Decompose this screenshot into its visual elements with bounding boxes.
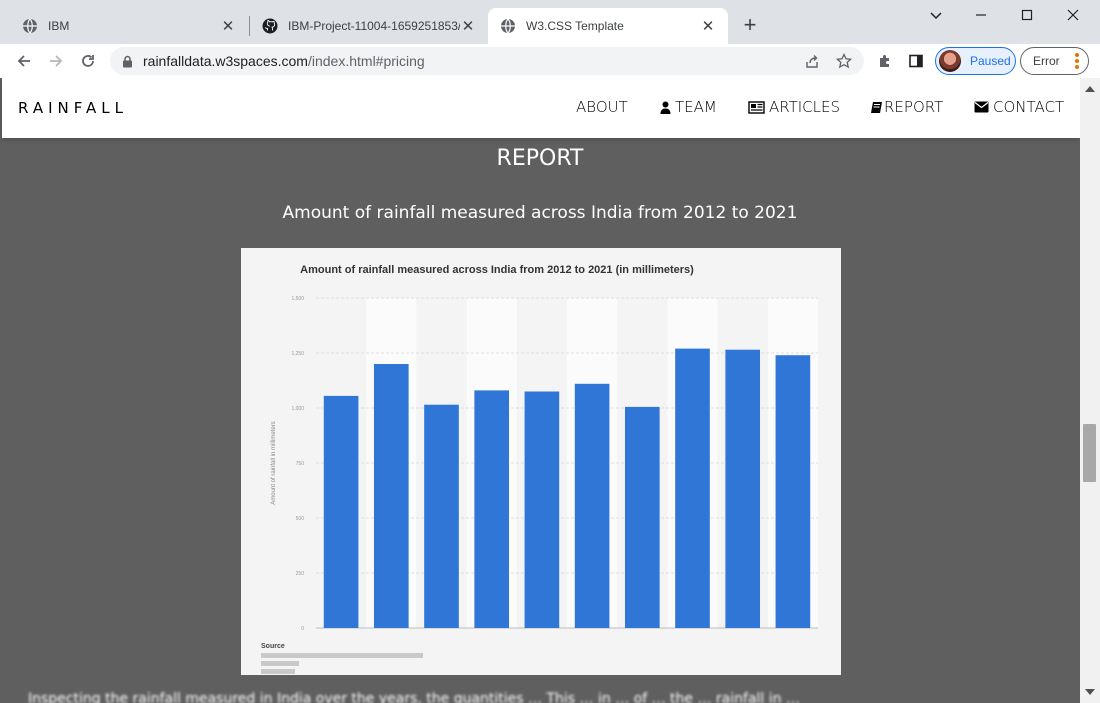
rainfall-chart-image: Amount of rainfall measured across India… — [241, 248, 841, 675]
github-icon — [262, 18, 278, 34]
kebab-menu-icon — [1075, 53, 1079, 69]
nav-item-contact[interactable]: CONTACT — [974, 98, 1064, 116]
error-label: Error — [1033, 54, 1060, 68]
user-icon — [660, 101, 671, 114]
chart-bar-2015 — [474, 390, 510, 628]
chart-y-tick-label: 1,000 — [291, 406, 304, 412]
page-viewport: RAINFALL ABOUT TEAM ARTICLES REPORT CONT… — [0, 78, 1080, 703]
rainfall-bar-chart: Amount of rainfall measured across India… — [261, 264, 818, 674]
avatar — [939, 50, 961, 72]
tab-title: IBM — [48, 19, 70, 33]
chart-bar-2019 — [675, 348, 710, 628]
url-path: /index.html#pricing — [307, 53, 425, 69]
address-bar[interactable]: rainfalldata.w3spaces.com/index.html#pri… — [110, 47, 864, 75]
extensions-puzzle-icon[interactable] — [876, 52, 894, 70]
minimize-icon[interactable] — [958, 0, 1004, 30]
nav-label: ARTICLES — [769, 98, 841, 116]
nav-label: ABOUT — [576, 98, 628, 116]
page-scrollbar[interactable] — [1080, 78, 1100, 703]
section-subtitle: Amount of rainfall measured across India… — [282, 203, 798, 223]
scrollbar-thumb[interactable] — [1083, 424, 1096, 482]
chart-y-axis-label: Amount of rainfall in millimeters — [271, 421, 277, 504]
chart-y-tick-label: 1,250 — [291, 351, 304, 357]
site-brand[interactable]: RAINFALL — [18, 99, 128, 117]
nav-item-articles[interactable]: ARTICLES — [748, 98, 840, 116]
browser-tab-bar: IBM ✕ IBM-Project-11004-1659251853/ ✕ W3… — [0, 0, 1100, 44]
chart-bar-2014 — [424, 404, 459, 628]
lock-icon[interactable] — [122, 55, 133, 68]
chart-title: Amount of rainfall measured across India… — [300, 264, 694, 276]
browser-tab-w3css[interactable]: W3.CSS Template ✕ — [488, 8, 728, 44]
close-tab-icon[interactable]: ✕ — [460, 18, 476, 35]
nav-label: REPORT — [884, 98, 944, 116]
chart-bar-2017 — [574, 383, 610, 628]
section-title: REPORT — [496, 146, 584, 171]
report-description-text: Inspecting the rainfall measured in Indi… — [28, 691, 800, 703]
book-icon — [870, 101, 883, 114]
browser-toolbar: rainfalldata.w3spaces.com/index.html#pri… — [0, 44, 1100, 78]
chart-bar-2012 — [323, 395, 359, 628]
tab-title: IBM-Project-11004-1659251853/ — [288, 19, 460, 33]
newspaper-icon — [748, 100, 765, 114]
nav-item-about[interactable]: ABOUT — [576, 98, 628, 116]
new-tab-icon[interactable]: + — [738, 14, 762, 38]
chart-y-tick-label: 1,500 — [291, 296, 304, 302]
share-icon[interactable] — [804, 53, 820, 69]
chart-bar-2016 — [524, 391, 560, 628]
chart-bar-2018 — [624, 406, 660, 628]
chart-y-tick-label: 0 — [301, 626, 304, 632]
url-host: rainfalldata.w3spaces.com — [143, 53, 308, 69]
chart-y-tick-label: 500 — [296, 516, 305, 522]
chart-bar-2020 — [725, 349, 761, 628]
nav-label: TEAM — [675, 98, 717, 116]
bookmark-star-icon[interactable] — [836, 53, 852, 69]
close-tab-icon[interactable]: ✕ — [220, 18, 236, 35]
globe-icon — [22, 18, 38, 34]
scroll-up-arrow-icon[interactable] — [1085, 86, 1095, 92]
envelope-icon — [974, 101, 989, 113]
back-arrow-icon[interactable] — [12, 49, 36, 73]
nav-item-team[interactable]: TEAM — [660, 98, 717, 116]
error-menu-button[interactable]: Error — [1020, 47, 1089, 75]
nav-label: CONTACT — [993, 98, 1065, 116]
chart-y-tick-label: 750 — [296, 461, 305, 467]
source-text-blurred — [261, 661, 299, 666]
close-tab-icon[interactable]: ✕ — [700, 18, 716, 35]
chart-source-label: Source — [261, 643, 285, 650]
maximize-icon[interactable] — [1004, 0, 1050, 30]
nav-item-report[interactable]: REPORT — [870, 98, 943, 116]
globe-icon — [500, 18, 516, 34]
tab-search-icon[interactable] — [913, 0, 959, 30]
url-text: rainfalldata.w3spaces.com/index.html#pri… — [143, 53, 425, 69]
profile-button[interactable]: Paused — [935, 47, 1016, 75]
browser-tab-github[interactable]: IBM-Project-11004-1659251853/ ✕ — [250, 8, 488, 44]
site-navbar: RAINFALL ABOUT TEAM ARTICLES REPORT CONT… — [2, 78, 1080, 138]
chart-bar-2013 — [373, 364, 409, 628]
chart-bar-2021 — [775, 355, 811, 628]
reload-icon[interactable] — [76, 49, 100, 73]
close-window-icon[interactable] — [1050, 0, 1096, 30]
side-panel-icon[interactable] — [907, 52, 925, 70]
source-text-blurred — [261, 669, 295, 674]
forward-arrow-icon[interactable] — [44, 49, 68, 73]
chart-y-tick-label: 250 — [296, 571, 305, 577]
source-text-blurred — [261, 653, 423, 658]
scroll-down-arrow-icon[interactable] — [1085, 689, 1095, 695]
tab-title: W3.CSS Template — [526, 19, 624, 33]
browser-tab-ibm[interactable]: IBM ✕ — [10, 8, 248, 44]
profile-status: Paused — [970, 54, 1011, 68]
